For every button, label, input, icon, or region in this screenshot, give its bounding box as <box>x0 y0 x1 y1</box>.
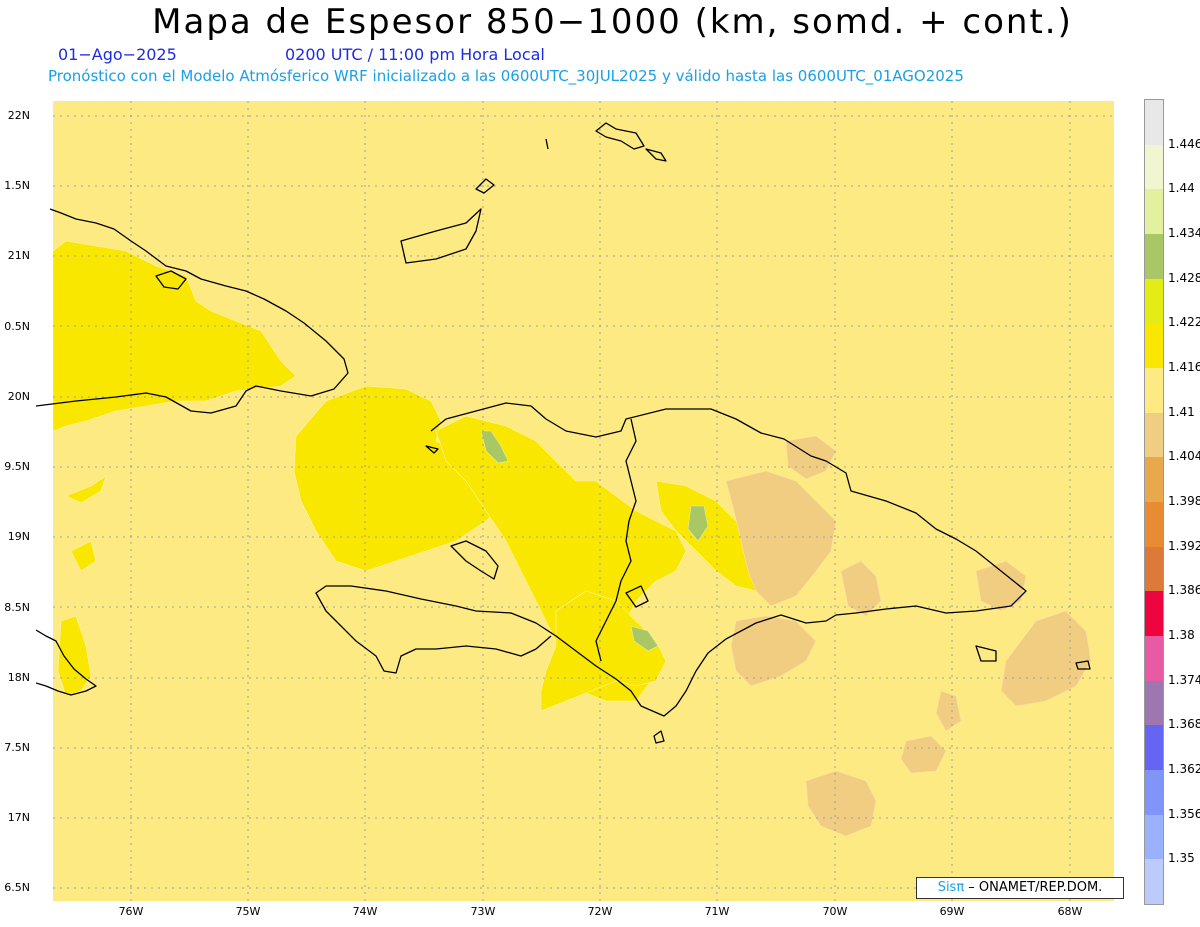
forecast-date: 01−Ago−2025 <box>58 45 177 64</box>
legend-label: 1.374 <box>1168 672 1200 687</box>
lon-label: 75W <box>235 905 261 918</box>
model-subtitle: Pronóstico con el Modelo Atmósferico WRF… <box>48 67 964 85</box>
legend-label: 1.404 <box>1168 449 1200 464</box>
lon-label: 73W <box>470 905 496 918</box>
legend-label: 1.386 <box>1168 583 1200 598</box>
legend-swatch <box>1145 725 1163 771</box>
legend-label: 1.446 <box>1168 136 1200 151</box>
credit-text: – ONAMET/REP.DOM. <box>964 880 1103 895</box>
legend-label: 1.416 <box>1168 360 1200 374</box>
lat-label: 22N <box>7 109 30 122</box>
lat-label: 7.5N <box>4 741 30 754</box>
lon-label: 69W <box>939 905 965 918</box>
lon-label: 76W <box>118 905 144 918</box>
legend-swatch <box>1145 636 1163 681</box>
legend-swatch <box>1145 770 1163 815</box>
lat-label: 9.5N <box>4 460 30 473</box>
legend-label: 1.44 <box>1168 181 1195 196</box>
lon-label: 68W <box>1057 905 1083 918</box>
forecast-time: 0200 UTC / 11:00 pm Hora Local <box>285 45 545 64</box>
lat-label: 1.5N <box>4 179 30 192</box>
lat-label: 21N <box>7 249 30 262</box>
lon-label: 71W <box>704 905 730 918</box>
lat-label: 20N <box>7 390 30 403</box>
legend-swatch <box>1145 144 1163 190</box>
legend-label: 1.398 <box>1168 494 1200 508</box>
legend-swatch <box>1145 814 1163 860</box>
legend-swatch <box>1145 591 1163 637</box>
legend-swatch <box>1145 859 1163 905</box>
thickness-map <box>36 101 1114 901</box>
legend-label: 1.428 <box>1168 270 1200 285</box>
credit-brand: Sisπ <box>937 880 965 895</box>
legend-swatch <box>1145 100 1163 145</box>
legend-swatch <box>1145 323 1163 369</box>
legend-swatch <box>1145 234 1163 279</box>
legend-label: 1.35 <box>1168 851 1195 866</box>
legend-label: 1.362 <box>1168 762 1200 776</box>
legend-label: 1.434 <box>1168 226 1200 240</box>
legend-label: 1.38 <box>1168 628 1195 642</box>
legend-swatch <box>1145 680 1163 726</box>
legend-swatch <box>1145 546 1163 592</box>
legend-swatch <box>1145 457 1163 503</box>
credit-box: Sisπ – ONAMET/REP.DOM. <box>916 877 1124 899</box>
legend-label: 1.392 <box>1168 538 1200 553</box>
legend-label: 1.356 <box>1168 806 1200 821</box>
legend-label: 1.422 <box>1168 315 1200 330</box>
legend-swatch <box>1145 502 1163 547</box>
lat-label: 6.5N <box>4 881 30 894</box>
legend-swatch <box>1145 189 1163 235</box>
legend-swatch <box>1145 368 1163 413</box>
color-legend <box>1144 99 1164 905</box>
legend-swatch <box>1145 412 1163 458</box>
lat-label: 19N <box>7 530 30 543</box>
lon-label: 70W <box>822 905 848 918</box>
map-title: Mapa de Espesor 850−1000 (km, somd. + co… <box>152 2 1073 42</box>
lon-label: 72W <box>587 905 613 918</box>
legend-label: 1.368 <box>1168 717 1200 732</box>
legend-label: 1.41 <box>1168 404 1195 419</box>
lat-label: 0.5N <box>4 320 30 333</box>
lat-label: 8.5N <box>4 601 30 614</box>
lon-label: 74W <box>352 905 378 918</box>
legend-swatch <box>1145 278 1163 324</box>
lat-label: 17N <box>7 811 30 824</box>
lat-label: 18N <box>7 671 30 684</box>
